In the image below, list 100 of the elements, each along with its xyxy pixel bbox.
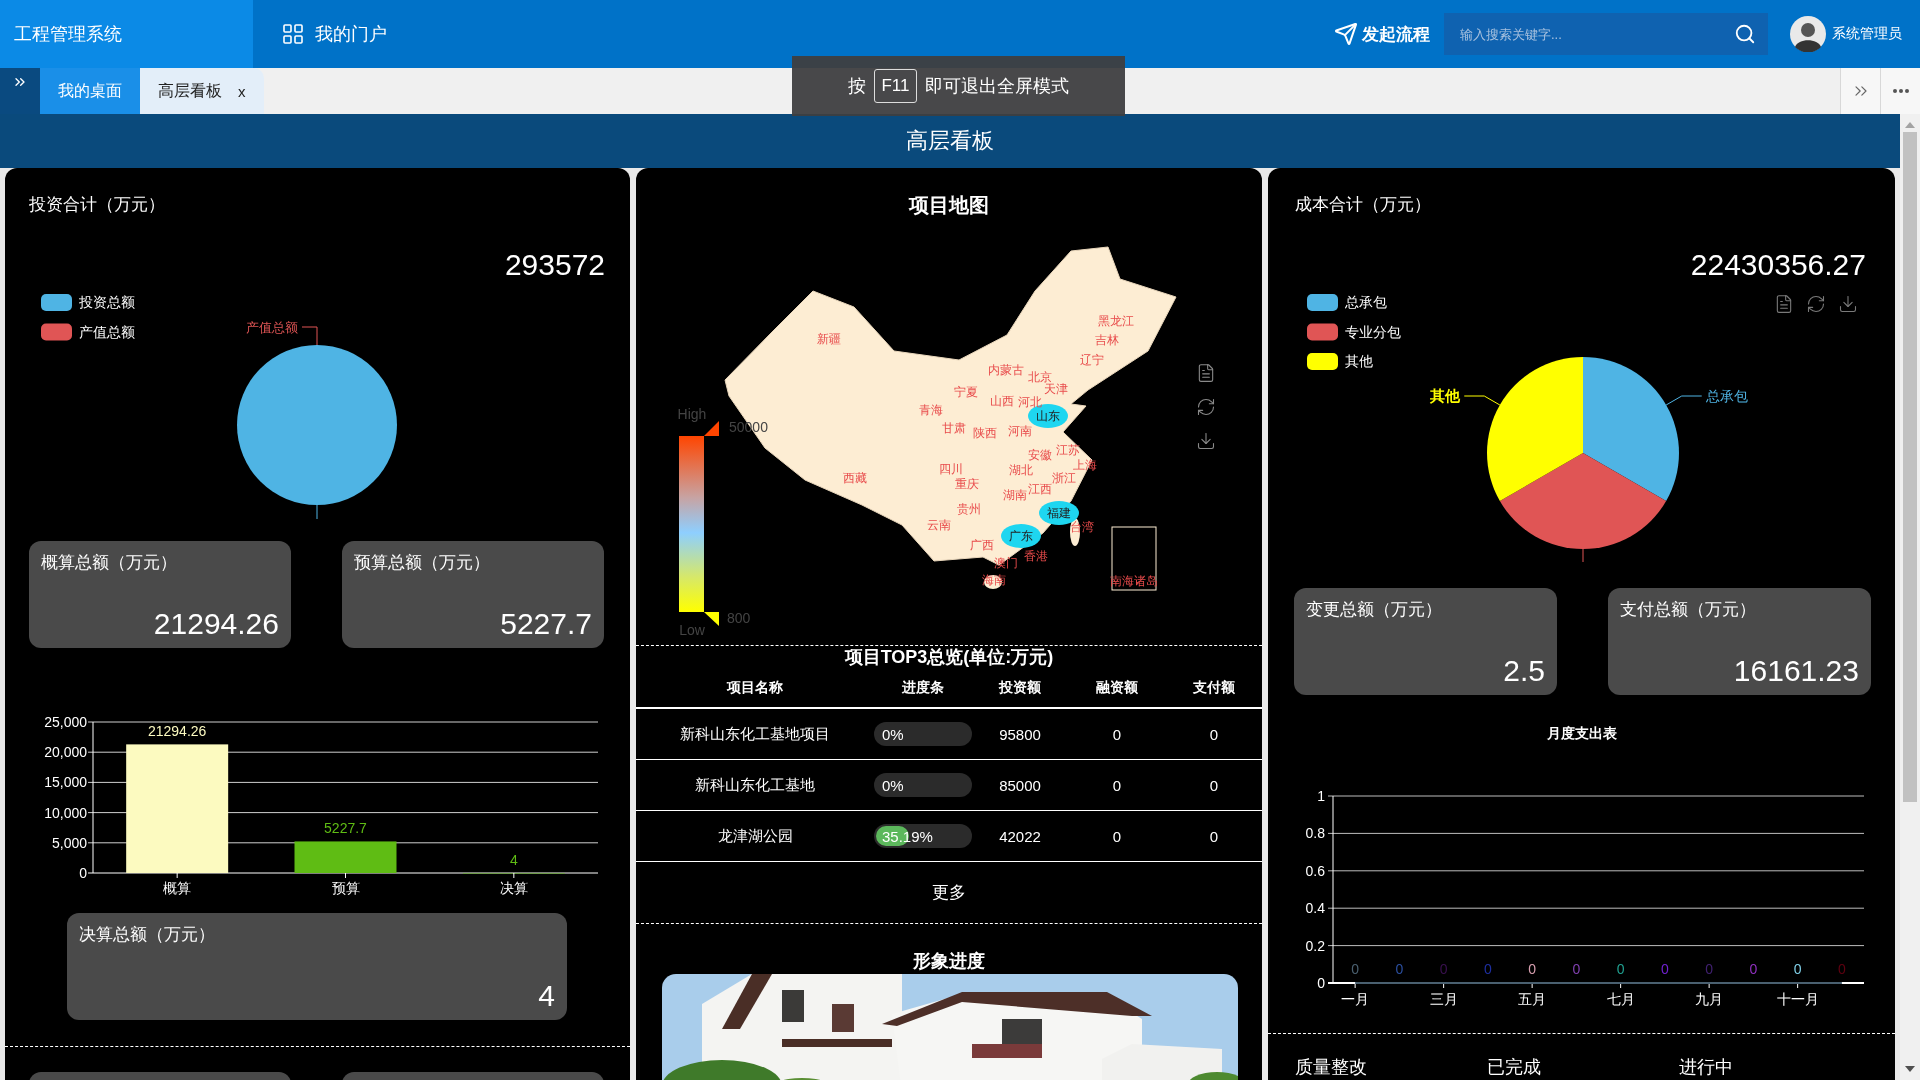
table-cell: 85000 bbox=[999, 776, 1041, 794]
province-label: 河南 bbox=[1008, 424, 1032, 438]
refresh-icon[interactable] bbox=[1196, 397, 1216, 417]
slice-label: 总承包 bbox=[1706, 388, 1748, 404]
card-title: 变更总额（万元） bbox=[1306, 599, 1442, 621]
axis-label: 25,000 bbox=[44, 714, 87, 730]
bar-value-label: 4 bbox=[509, 852, 518, 868]
status-label: 质量整改 bbox=[1295, 1056, 1368, 1078]
legend-label: 总承包 bbox=[1345, 294, 1387, 310]
axis-label: 10,000 bbox=[44, 804, 87, 821]
province-label: 江西 bbox=[1028, 482, 1052, 496]
axis-label: 决算 bbox=[499, 880, 528, 896]
table-cell: 0 bbox=[1112, 827, 1122, 845]
table-title: 项目TOP3总览(单位:万元) bbox=[844, 646, 1054, 669]
point-value-label: 0 bbox=[1528, 961, 1536, 977]
range-handle[interactable] bbox=[704, 612, 719, 626]
province-label: 福建 bbox=[1047, 506, 1071, 520]
axis-label: 0.4 bbox=[1305, 900, 1325, 917]
scrollbar-thumb[interactable] bbox=[1903, 132, 1917, 802]
app-title: 工程管理系统 bbox=[0, 0, 253, 68]
range-handle[interactable] bbox=[704, 421, 719, 436]
province-label: 天津 bbox=[1044, 382, 1068, 396]
province-label: 广西 bbox=[970, 538, 994, 552]
scale-label: 800 bbox=[727, 610, 751, 626]
axis-label: 0.6 bbox=[1305, 862, 1325, 879]
column-header: 融资额 bbox=[1096, 679, 1138, 697]
portal-menu[interactable]: 我的门户 bbox=[277, 0, 391, 68]
axis-label: 0 bbox=[1317, 975, 1325, 991]
scale-label: High bbox=[677, 406, 707, 422]
table-cell: 新科山东化工基地 bbox=[695, 775, 815, 795]
province-label: 陕西 bbox=[973, 426, 997, 440]
more-icon bbox=[1892, 89, 1909, 93]
scrollbar[interactable] bbox=[1900, 114, 1920, 1080]
province-label: 湖北 bbox=[1009, 463, 1033, 477]
more-link[interactable]: 更多 bbox=[932, 881, 966, 904]
point-value-label: 0 bbox=[1838, 961, 1846, 977]
user-menu[interactable]: 系统管理员 bbox=[1790, 16, 1902, 52]
progress-text: 0% bbox=[882, 726, 904, 744]
progress-text: 0% bbox=[882, 777, 904, 795]
document-icon[interactable] bbox=[1774, 294, 1794, 314]
province-label: 宁夏 bbox=[954, 385, 978, 399]
card-value: 21294.26 bbox=[153, 606, 279, 642]
tab[interactable]: 高层看板 x bbox=[140, 68, 264, 114]
province-label: 安徽 bbox=[1028, 448, 1052, 462]
axis-label: 九月 bbox=[1695, 991, 1724, 1007]
download-icon[interactable] bbox=[1196, 431, 1216, 451]
axis-label: 5,000 bbox=[51, 834, 87, 851]
axis-label: 0 bbox=[79, 865, 87, 881]
scale-label: Low bbox=[679, 622, 705, 638]
point-value-label: 0 bbox=[1616, 961, 1625, 977]
point-value-label: 0 bbox=[1351, 961, 1359, 977]
province-label: 青海 bbox=[919, 403, 943, 417]
total-value: 293572 bbox=[504, 247, 605, 283]
province-label: 甘肃 bbox=[942, 421, 966, 435]
card-value: 5227.7 bbox=[500, 606, 592, 642]
refresh-icon[interactable] bbox=[1806, 294, 1826, 314]
column-header: 进度条 bbox=[902, 679, 944, 697]
axis-label: 15,000 bbox=[44, 774, 87, 791]
card-value: 2.5 bbox=[1503, 653, 1545, 689]
province-label: 浙江 bbox=[1052, 471, 1076, 485]
start-flow-button[interactable]: 发起流程 bbox=[1334, 22, 1430, 46]
legend-label: 投资总额 bbox=[79, 294, 135, 310]
table-cell: 龙津湖公园 bbox=[717, 826, 793, 846]
download-icon[interactable] bbox=[1838, 294, 1858, 314]
expand-button[interactable] bbox=[0, 68, 40, 114]
document-icon[interactable] bbox=[1196, 363, 1216, 383]
axis-label: 三月 bbox=[1429, 991, 1458, 1007]
column-header: 支付额 bbox=[1193, 679, 1235, 697]
province-label: 山东 bbox=[1036, 409, 1060, 423]
leader-line bbox=[316, 504, 318, 520]
province-label: 广东 bbox=[1009, 529, 1033, 543]
table-cell: 42022 bbox=[999, 827, 1041, 845]
search-icon[interactable] bbox=[1734, 23, 1756, 45]
point-value-label: 0 bbox=[1484, 961, 1492, 977]
point-value-label: 0 bbox=[1439, 961, 1448, 977]
point-value-label: 0 bbox=[1705, 961, 1713, 977]
point-value-label: 0 bbox=[1395, 961, 1404, 977]
province-label: 黑龙江 bbox=[1098, 314, 1134, 328]
province-label: 湖南 bbox=[1003, 488, 1027, 502]
page-title: 高层看板 bbox=[0, 114, 1900, 168]
legend-label: 专业分包 bbox=[1345, 323, 1401, 340]
panel-title: 投资合计（万元） bbox=[29, 194, 166, 216]
column-header: 项目名称 bbox=[727, 679, 783, 697]
axis-label: 七月 bbox=[1606, 991, 1635, 1007]
point-value-label: 0 bbox=[1661, 961, 1669, 977]
paper-plane-icon bbox=[1334, 22, 1358, 46]
search-field[interactable]: 输入搜索关键字... bbox=[1444, 13, 1768, 55]
map-title: 项目地图 bbox=[909, 193, 989, 218]
table-cell: 0 bbox=[1112, 776, 1122, 794]
card-title: 概算总额（万元） bbox=[41, 552, 177, 574]
leader-line bbox=[1582, 548, 1584, 562]
toast-text: 即可退出全屏模式 bbox=[924, 75, 1069, 98]
axis-label: 五月 bbox=[1518, 991, 1547, 1007]
slice-label: 产值总额 bbox=[246, 320, 298, 335]
tab[interactable]: 我的桌面 bbox=[40, 68, 140, 114]
province-label: 北京 bbox=[1028, 370, 1052, 384]
close-button[interactable]: x bbox=[238, 82, 246, 100]
avatar-icon bbox=[1790, 16, 1826, 52]
table-cell: 0 bbox=[1209, 725, 1219, 743]
scroll-down-icon[interactable] bbox=[1905, 1066, 1915, 1072]
